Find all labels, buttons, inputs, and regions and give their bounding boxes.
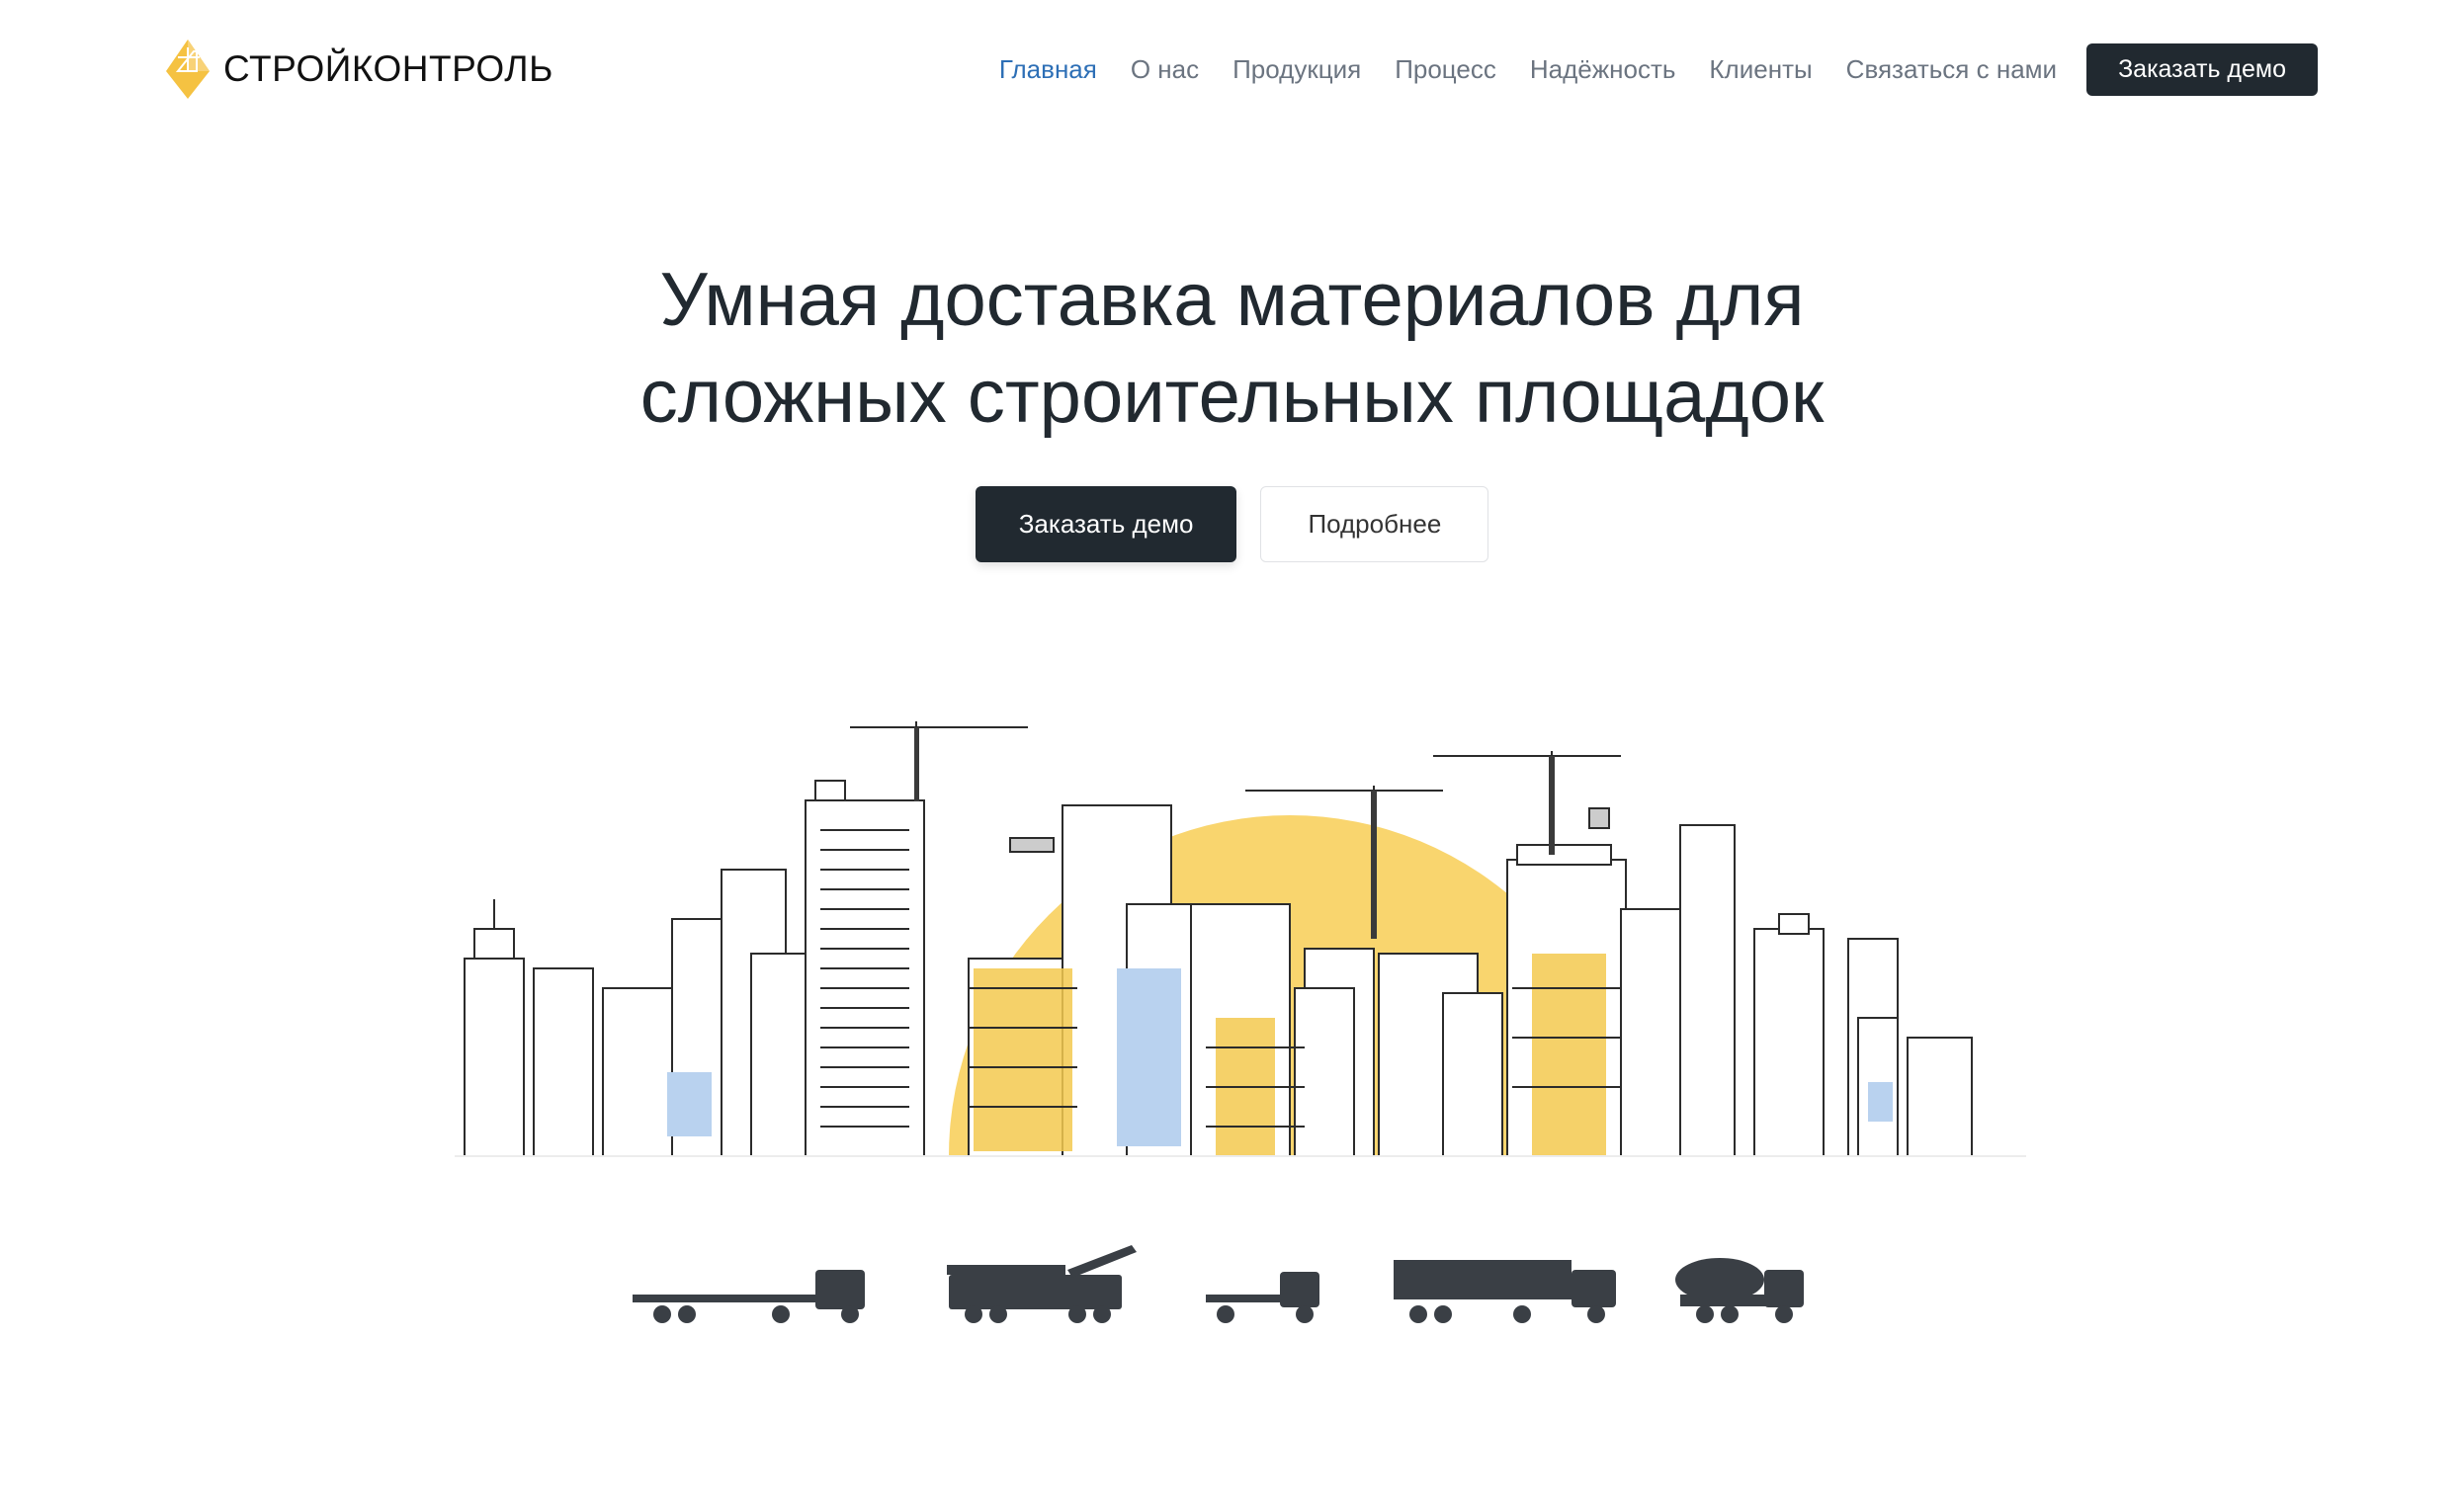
hero-demo-button[interactable]: Заказать демо xyxy=(975,486,1237,562)
small-flatbed-truck-icon xyxy=(1206,1272,1319,1323)
hero-actions: Заказать демо Подробнее xyxy=(0,486,2464,562)
nav-demo-button[interactable]: Заказать демо xyxy=(2086,43,2318,96)
nav-item-products[interactable]: Продукция xyxy=(1232,54,1361,85)
container-trailer-truck-icon xyxy=(1394,1260,1616,1323)
mobile-crane-truck-icon xyxy=(947,1245,1137,1323)
nav-item-process[interactable]: Процесс xyxy=(1395,54,1496,85)
hero-title: Умная доставка материалов для сложных ст… xyxy=(0,252,2464,446)
nav-item-clients[interactable]: Клиенты xyxy=(1709,54,1812,85)
nav-item-home[interactable]: Главная xyxy=(999,54,1097,85)
vehicles-row xyxy=(633,1245,1804,1323)
hero-title-line-1: Умная доставка материалов для xyxy=(659,258,1805,342)
crane-diamond-icon xyxy=(166,40,210,99)
brand-link[interactable]: СТРОЙКОНТРОЛЬ xyxy=(164,38,553,101)
hero-title-line-2: сложных строительных площадок xyxy=(639,355,1825,439)
nav-item-reliability[interactable]: Надёжность xyxy=(1530,54,1676,85)
concrete-mixer-truck-icon xyxy=(1675,1258,1804,1323)
hero-more-button[interactable]: Подробнее xyxy=(1260,486,1489,562)
brand-name: СТРОЙКОНТРОЛЬ xyxy=(223,48,553,89)
city-skyline-illustration xyxy=(455,721,2026,1157)
nav-item-contact[interactable]: Связаться с нами xyxy=(1846,54,2057,85)
nav-item-about[interactable]: О нас xyxy=(1131,54,1199,85)
flatbed-trailer-truck-icon xyxy=(633,1270,865,1323)
main-menu: Главная О нас Продукция Процесс Надёжнос… xyxy=(966,43,2318,96)
top-navbar: СТРОЙКОНТРОЛЬ Главная О нас Продукция Пр… xyxy=(0,0,2464,138)
